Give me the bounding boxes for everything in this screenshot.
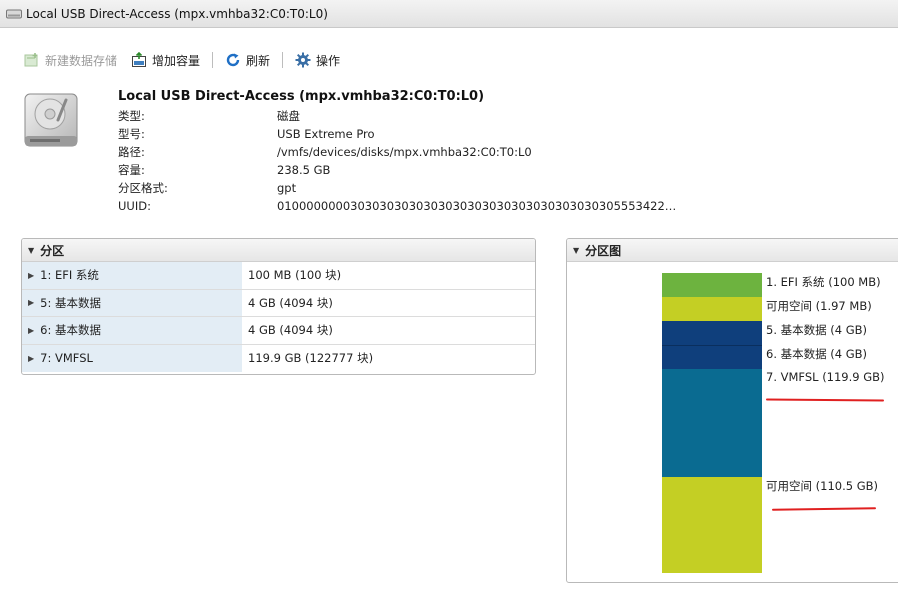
refresh-button[interactable]: 刷新: [225, 52, 270, 69]
toolbar-separator: [212, 52, 214, 68]
property-value: 磁盘: [277, 109, 300, 123]
window-title-bar: Local USB Direct-Access (mpx.vmhba32:C0:…: [0, 0, 898, 28]
refresh-label: 刷新: [246, 53, 271, 68]
map-segment-free-large: [662, 477, 762, 573]
expand-arrow-icon[interactable]: ▶: [28, 326, 34, 335]
partitions-panel-header[interactable]: ▼ 分区: [22, 239, 535, 262]
partition-size: 4 GB (4094 块): [248, 323, 333, 338]
partition-row[interactable]: ▶ 1: EFI 系统 100 MB (100 块): [22, 262, 535, 290]
property-key: 类型:: [118, 109, 145, 123]
property-key: 分区格式:: [118, 181, 168, 195]
partition-map-panel-title: 分区图: [585, 243, 622, 258]
property-value: gpt: [277, 181, 297, 195]
partition-row[interactable]: ▶ 5: 基本数据 4 GB (4094 块): [22, 289, 535, 317]
map-label: 1. EFI 系统 (100 MB): [766, 275, 881, 289]
new-datastore-button[interactable]: 新建数据存储: [24, 52, 117, 69]
property-value: /vmfs/devices/disks/mpx.vmhba32:C0:T0:L0: [277, 145, 532, 159]
new-datastore-icon: [24, 52, 40, 68]
partition-row[interactable]: ▶ 6: 基本数据 4 GB (4094 块): [22, 317, 535, 345]
map-label: 6. 基本数据 (4 GB): [766, 347, 868, 361]
hard-disk-icon: [24, 93, 78, 147]
map-segment-vmfsl: [662, 369, 762, 477]
expand-arrow-icon[interactable]: ▶: [28, 271, 34, 280]
partition-size: 100 MB (100 块): [248, 268, 342, 283]
property-value: 0100000000303030303030303030303030303030…: [277, 199, 677, 213]
partition-name: 1: EFI 系统: [40, 268, 99, 283]
gear-icon: [295, 52, 311, 68]
map-label: 可用空间 (1.97 MB): [766, 299, 872, 313]
actions-label: 操作: [316, 53, 341, 68]
property-key: 路径:: [118, 145, 145, 159]
map-segment-basic-data-6: [662, 345, 762, 369]
device-title: Local USB Direct-Access (mpx.vmhba32:C0:…: [118, 89, 485, 104]
new-datastore-label: 新建数据存储: [45, 53, 118, 68]
annotation-underline: [771, 507, 877, 511]
increase-capacity-button[interactable]: 增加容量: [131, 52, 200, 69]
property-value: USB Extreme Pro: [277, 127, 375, 141]
partition-size: 4 GB (4094 块): [248, 295, 333, 310]
annotation-underline: [765, 398, 885, 402]
increase-capacity-icon: [131, 52, 147, 68]
expand-arrow-icon[interactable]: ▶: [28, 354, 34, 363]
refresh-icon: [225, 52, 241, 68]
partition-name: 7: VMFSL: [40, 351, 93, 366]
partitions-panel: ▼ 分区 ▶ 1: EFI 系统 100 MB (100 块) ▶ 5: 基本数据 …: [21, 238, 536, 375]
increase-capacity-label: 增加容量: [152, 53, 201, 68]
partition-map-panel-header[interactable]: ▼ 分区图: [567, 239, 898, 262]
partition-map-panel: ▼ 分区图 1. EFI 系统 (100 MB) 可用空间 (1.97 MB) …: [566, 238, 898, 583]
disk-device-icon: [6, 9, 22, 18]
property-key: 型号:: [118, 127, 145, 141]
toolbar-separator: [282, 52, 284, 68]
window-title: Local USB Direct-Access (mpx.vmhba32:C0:…: [26, 6, 328, 21]
map-label: 可用空间 (110.5 GB): [766, 479, 879, 493]
map-segment-efi: [662, 273, 762, 297]
expand-arrow-icon[interactable]: ▶: [28, 298, 34, 307]
property-key: UUID:: [118, 199, 151, 213]
actions-button[interactable]: 操作: [295, 52, 340, 69]
partition-size: 119.9 GB (122777 块): [248, 351, 374, 366]
map-label: 5. 基本数据 (4 GB): [766, 323, 868, 337]
collapse-caret-icon[interactable]: ▼: [573, 246, 579, 255]
map-segment-free-small: [662, 297, 762, 321]
property-value: 238.5 GB: [277, 163, 331, 177]
partition-name: 6: 基本数据: [40, 323, 102, 338]
partitions-panel-title: 分区: [40, 243, 65, 258]
partition-name: 5: 基本数据: [40, 295, 102, 310]
map-label: 7. VMFSL (119.9 GB): [766, 370, 885, 384]
map-segment-basic-data-5: [662, 321, 762, 345]
toolbar: 新建数据存储 增加容量 刷新 操作: [24, 50, 340, 70]
collapse-caret-icon[interactable]: ▼: [28, 246, 34, 255]
property-key: 容量:: [118, 163, 145, 177]
partition-row[interactable]: ▶ 7: VMFSL 119.9 GB (122777 块): [22, 344, 535, 372]
